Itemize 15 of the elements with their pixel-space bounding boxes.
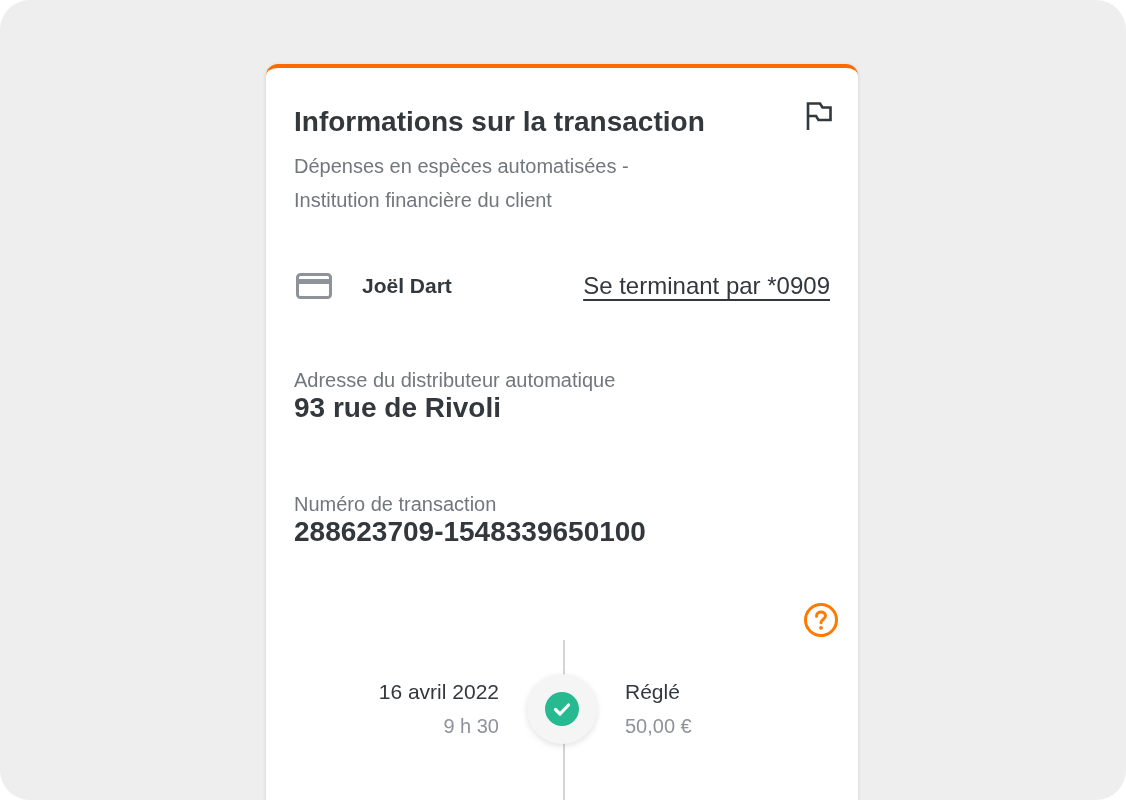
card-subtitle: Dépenses en espèces automatisées - Institution financière du client — [294, 154, 630, 213]
card-ending-link[interactable]: Se terminant par *0909 — [583, 268, 830, 304]
timeline-amount: 50,00 € — [625, 714, 692, 739]
field-label: Numéro de transaction — [294, 492, 497, 517]
field-label: Adresse du distributeur automatique — [294, 368, 616, 393]
timeline-time: 9 h 30 — [443, 714, 499, 739]
card-title: Informations sur la transaction — [294, 105, 705, 139]
timeline-date: 16 avril 2022 — [378, 679, 499, 705]
timeline-status: Réglé — [625, 679, 680, 705]
flag-icon[interactable] — [806, 102, 832, 130]
credit-card-icon — [296, 273, 332, 299]
help-icon[interactable] — [804, 603, 838, 637]
cardholder-name: Joël Dart — [362, 273, 452, 300]
field-value: 288623709-1548339650100 — [294, 517, 646, 547]
field-value: 93 rue de Rivoli — [294, 393, 501, 423]
